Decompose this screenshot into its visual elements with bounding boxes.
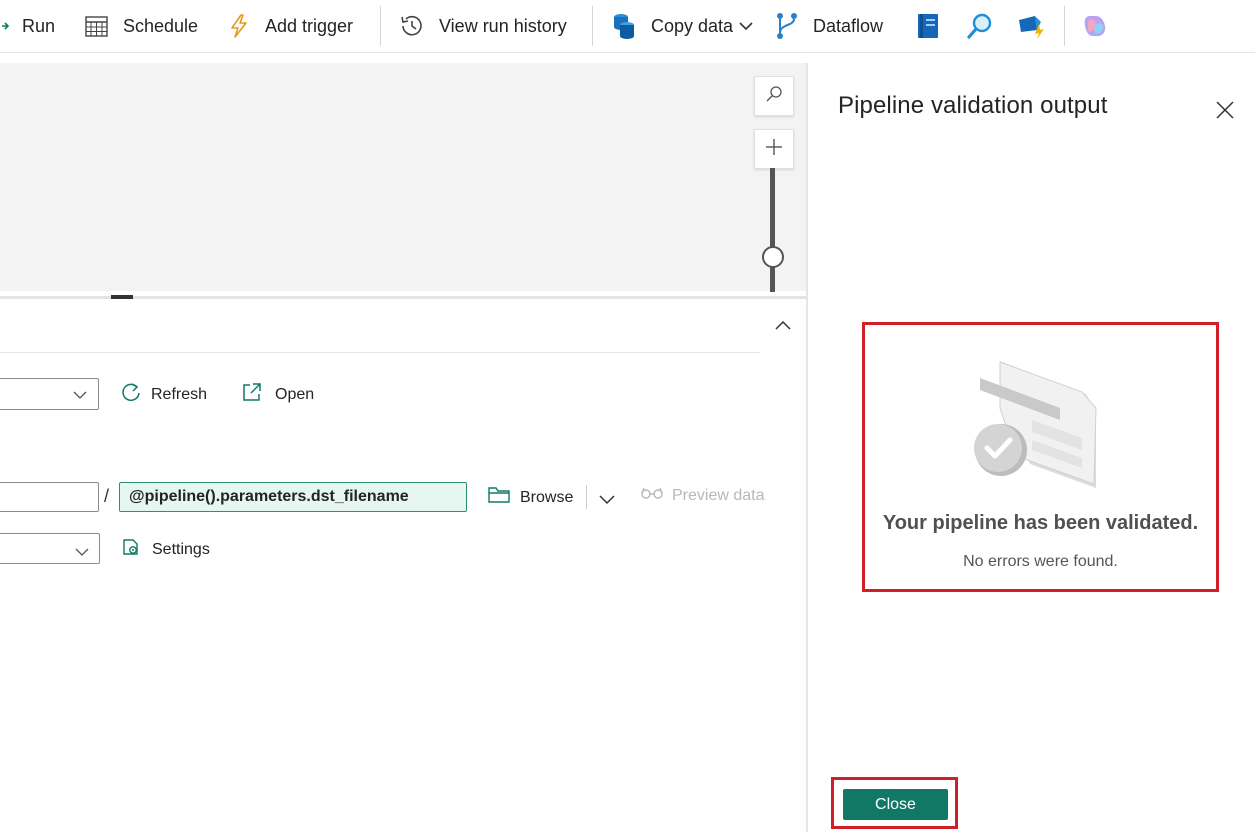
run-button[interactable]: Run [0,0,55,52]
open-button[interactable]: Open [241,382,314,408]
close-button[interactable]: Close [843,789,948,820]
settings-button[interactable]: Settings [121,537,210,562]
eventstream-button[interactable] [1017,0,1047,52]
file-format-select[interactable] [0,533,100,564]
search-icon [966,12,994,40]
run-icon [0,18,10,34]
validation-result-subtitle: No errors were found. [963,553,1118,570]
open-external-icon [241,382,262,408]
settings-label: Settings [152,540,210,558]
view-run-history-label: View run history [439,15,567,36]
dataflow-button[interactable]: Dataflow [775,0,883,52]
copilot-button[interactable] [1082,0,1108,52]
connection-select[interactable] [0,378,99,410]
divider [0,352,760,353]
run-label: Run [22,15,56,36]
open-label: Open [275,386,315,403]
validated-illustration-icon [970,360,1100,495]
glasses-icon [641,486,663,505]
file-name-expression: @pipeline().parameters.dst_filename [129,488,409,505]
chevron-down-icon [75,544,89,562]
collapse-pane-button[interactable] [774,318,792,337]
view-run-history-button[interactable]: View run history [399,0,567,52]
zoom-in-button[interactable] [754,129,794,169]
folder-path-input[interactable] [0,482,99,512]
copy-data-dropdown[interactable]: Copy data [611,0,753,52]
folder-icon [488,486,511,509]
history-icon [399,13,425,39]
refresh-icon [121,382,142,408]
browse-label: Browse [520,488,574,506]
refresh-button[interactable]: Refresh [121,382,207,408]
settings-icon [121,537,141,562]
zoom-slider-track[interactable] [770,168,775,292]
divider [586,485,587,509]
top-toolbar: Run Schedule Add trigger View run histor… [0,0,1255,53]
chevron-down-icon [599,492,615,509]
add-trigger-label: Add trigger [265,15,354,36]
dataflow-icon [775,12,799,40]
preview-data-label: Preview data [672,486,765,504]
active-tab-indicator [111,295,133,299]
search-icon [765,85,783,108]
add-trigger-button[interactable]: Add trigger [227,0,353,52]
zoom-to-fit-button[interactable] [754,76,794,116]
close-icon [1215,101,1235,124]
toolbar-divider [1064,6,1065,46]
copy-data-icon [611,12,637,40]
search-button[interactable] [966,0,994,52]
trigger-icon [227,13,251,39]
chevron-down-icon [739,21,753,31]
schedule-label: Schedule [123,15,199,36]
zoom-slider-thumb[interactable] [762,246,784,268]
pipeline-canvas[interactable] [0,63,806,291]
schedule-button[interactable]: Schedule [84,0,198,52]
dataflow-label: Dataflow [813,15,884,36]
close-panel-button[interactable] [1215,100,1235,125]
path-separator: / [104,486,110,506]
copy-data-label: Copy data [651,15,734,36]
notebook-icon [916,13,940,39]
panel-title: Pipeline validation output [838,92,1108,119]
validation-result-title: Your pipeline has been validated. [882,512,1199,534]
file-name-input[interactable]: @pipeline().parameters.dst_filename [119,482,467,512]
notebook-button[interactable] [916,0,940,52]
refresh-label: Refresh [151,386,208,403]
chevron-up-icon [774,319,792,336]
browse-options-button[interactable] [599,492,615,510]
toolbar-divider [380,6,381,46]
schedule-icon [84,14,109,38]
eventstream-icon [1017,12,1047,40]
chevron-down-icon [73,387,87,405]
plus-icon [764,137,784,162]
preview-data-button[interactable]: Preview data [641,486,765,505]
copilot-icon [1082,13,1108,39]
toolbar-divider [592,6,593,46]
browse-button[interactable]: Browse [488,486,573,509]
panel-divider [806,63,808,832]
